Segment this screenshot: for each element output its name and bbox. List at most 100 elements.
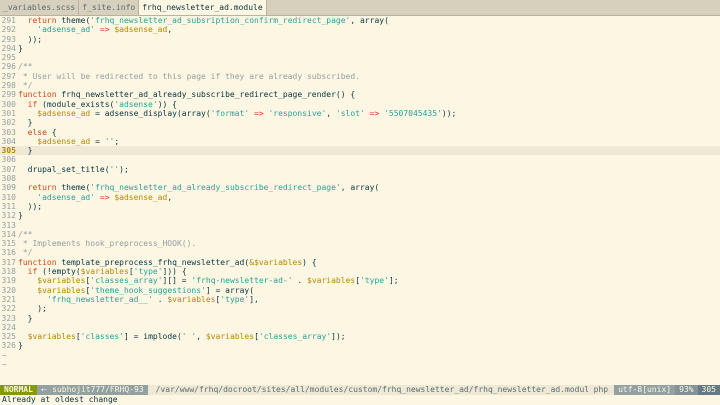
code-token: $adsense_ad — [37, 136, 91, 146]
code-line[interactable]: 315 * Implements hook_preprocess_HOOK(). — [0, 239, 720, 248]
code-line[interactable]: 316 */ — [0, 248, 720, 257]
code-token: 'adsense_ad' — [37, 25, 96, 35]
code-line[interactable]: 317 function template_preprocess_frhq_new… — [0, 258, 720, 267]
code-text: */ — [18, 248, 33, 257]
code-token: , — [196, 332, 206, 342]
line-number: 318 — [1, 267, 16, 277]
line-number: 325 — [1, 332, 16, 342]
code-token: theme( — [56, 16, 91, 25]
line-number: 303 — [1, 127, 16, 137]
code-line[interactable]: 314/** — [0, 230, 720, 239]
code-token: if — [27, 267, 38, 277]
line-number: 299 — [1, 90, 16, 100]
code-line[interactable]: 291 return theme('frhq_newsletter_ad_sub… — [0, 16, 720, 25]
code-line[interactable]: 324 — [0, 323, 720, 332]
line-number: 302 — [1, 118, 16, 128]
code-line[interactable]: 322 ); — [0, 304, 720, 313]
code-line[interactable]: 292 'adsense_ad' => $adsense_ad, — [0, 25, 720, 34]
code-token: $adsense_ad — [37, 108, 91, 118]
code-token: ])) { — [162, 267, 187, 277]
code-text: * User will be redirected to this page i… — [18, 72, 360, 81]
code-line[interactable]: 295 — [0, 53, 720, 62]
code-line[interactable]: 321 'frhq_newsletter_ad__' . $variables[… — [0, 295, 720, 304]
code-line[interactable]: 300 if (module_exists('adsense')) { — [0, 100, 720, 109]
code-line[interactable]: 312} — [0, 211, 720, 220]
line-number: 305 — [1, 146, 16, 156]
code-token: => — [249, 108, 269, 118]
code-token: => — [95, 25, 115, 35]
code-text: function frhq_newsletter_ad_already_subs… — [18, 90, 355, 99]
code-token: => — [364, 108, 385, 118]
code-token: function — [18, 90, 57, 100]
code-line[interactable]: 301 $adsense_ad = adsense_display(array(… — [0, 109, 720, 118]
line-number: 301 — [1, 108, 16, 118]
code-line[interactable]: 323 } — [0, 314, 720, 323]
code-token: => — [95, 192, 115, 202]
code-line[interactable]: 294} — [0, 44, 720, 53]
line-number: 317 — [1, 257, 16, 267]
code-line[interactable]: 303 else { — [0, 128, 720, 137]
code-line[interactable]: 304 $adsense_ad = ''; — [0, 137, 720, 146]
code-line[interactable]: 325 $variables['classes'] = implode(' ',… — [0, 332, 720, 341]
code-line[interactable]: 320 $variables['theme_hook_suggestions']… — [0, 286, 720, 295]
code-token: , — [167, 25, 173, 35]
code-token: $variables — [37, 276, 86, 286]
code-token: * Implements hook_preprocess_HOOK(). — [18, 239, 197, 249]
code-line[interactable]: 302 } — [0, 118, 720, 127]
code-line-current[interactable]: 305 } — [0, 146, 720, 156]
file-path: /var/www/frhq/docroot/sites/all/modules/… — [155, 385, 588, 394]
code-token: ); — [119, 164, 129, 174]
code-line[interactable]: 313 — [0, 221, 720, 230]
tab-bar: _variables.scss f_site.info frhq_newslet… — [0, 0, 720, 16]
code-text: )); — [18, 202, 42, 211]
code-token: $variables — [27, 332, 76, 342]
code-line[interactable]: 311 )); — [0, 202, 720, 211]
code-line[interactable]: 319 $variables['classes_array'][] = 'frh… — [0, 276, 720, 285]
code-text: } — [18, 44, 23, 53]
code-editor[interactable]: 291 return theme('frhq_newsletter_ad_sub… — [0, 16, 720, 384]
status-line: NORMAL ⭠ subhojit777/FRHQ-93 /var/www/fr… — [0, 385, 720, 395]
code-line[interactable]: 296/** — [0, 62, 720, 71]
code-token: ' ' — [181, 332, 197, 342]
code-token: frhq_newsletter_ad_already_subscribe_red… — [56, 90, 356, 100]
code-line[interactable]: 307 drupal_set_title(''); — [0, 165, 720, 174]
tab-site-info[interactable]: f_site.info — [79, 0, 140, 15]
code-line[interactable]: 306 — [0, 155, 720, 164]
line-number: 321 — [1, 294, 16, 304]
code-line[interactable]: 308 — [0, 174, 720, 183]
code-token: = — [90, 136, 105, 146]
line-number: 304 — [1, 136, 16, 146]
line-number: 297 — [1, 71, 16, 81]
code-text: ); — [18, 304, 47, 313]
code-token: ) { — [302, 257, 317, 267]
code-token: , array( — [350, 16, 389, 25]
code-token: ][] = — [162, 276, 192, 286]
code-line[interactable]: 318 if (!empty($variables['type'])) { — [0, 267, 720, 276]
code-line[interactable]: 326} — [0, 341, 720, 350]
code-line[interactable]: 298 */ — [0, 81, 720, 90]
code-line[interactable]: 310 'adsense_ad' => $adsense_ad, — [0, 193, 720, 202]
code-token: )); — [441, 108, 457, 118]
scroll-percent: 93% — [675, 385, 698, 395]
code-line[interactable]: 297 * User will be redirected to this pa… — [0, 72, 720, 81]
line-number: 326 — [1, 341, 16, 351]
code-line[interactable]: 293 )); — [0, 35, 720, 44]
tab-variables-scss[interactable]: _variables.scss — [0, 0, 80, 15]
code-text: $adsense_ad = ''; — [18, 137, 119, 146]
line-number: 293 — [1, 34, 16, 44]
line-number: 300 — [1, 99, 16, 109]
mode-indicator: NORMAL — [0, 385, 37, 395]
git-branch: ⭠ subhojit777/FRHQ-93 — [36, 385, 148, 395]
code-line[interactable]: 299 function frhq_newsletter_ad_already_s… — [0, 90, 720, 99]
code-text: */ — [18, 81, 33, 90]
cursor-position: 305 — [697, 385, 720, 395]
line-number: 323 — [1, 313, 16, 323]
code-token: ); — [18, 304, 47, 314]
tab-newsletter-module[interactable]: frhq_newsletter_ad.module — [139, 0, 267, 15]
code-line[interactable]: 309 return theme('frhq_newsletter_ad_alr… — [0, 183, 720, 192]
